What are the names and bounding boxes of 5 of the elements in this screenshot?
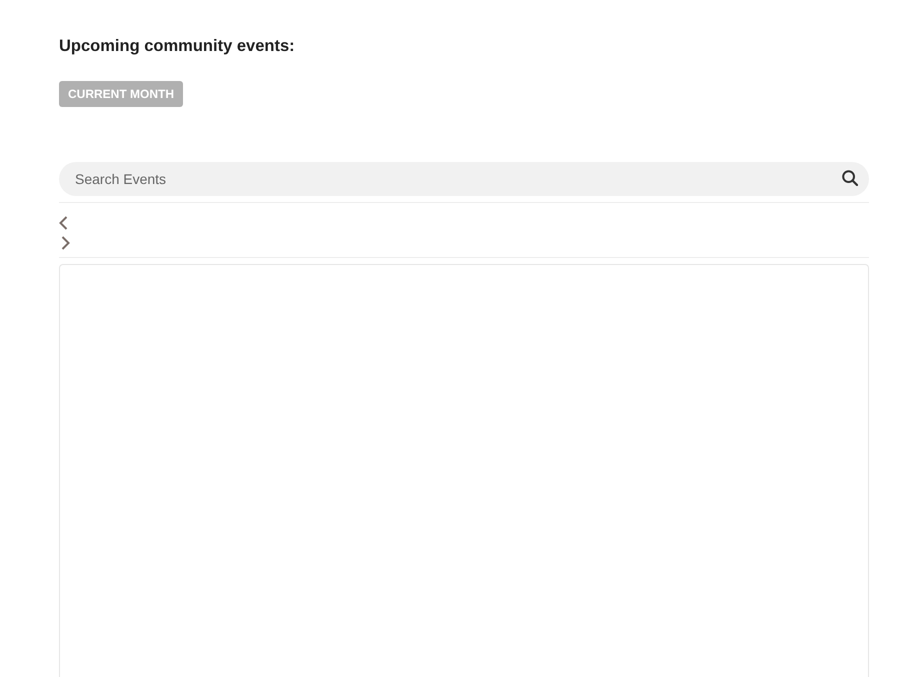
chevron-left-icon — [59, 216, 68, 230]
section-heading: Upcoming community events: — [59, 36, 295, 56]
search-icon[interactable] — [842, 170, 858, 186]
search-field[interactable]: Search Events — [59, 162, 869, 196]
chevron-right-icon — [61, 236, 70, 250]
